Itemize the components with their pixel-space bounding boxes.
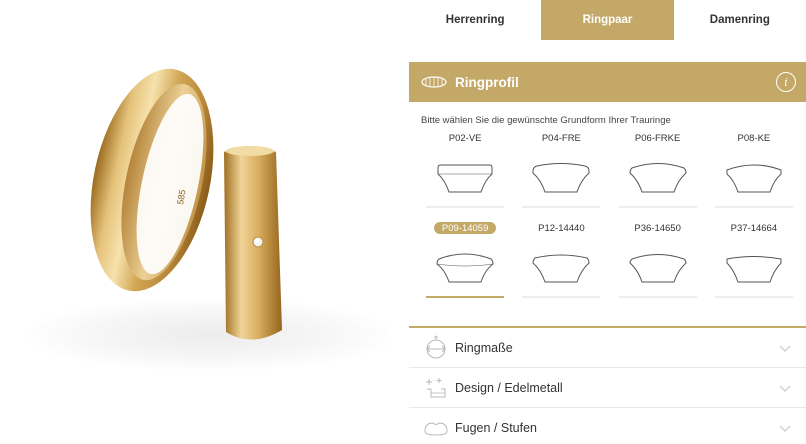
profile-option-selected[interactable]: P09-14059 bbox=[421, 208, 509, 298]
profile-option[interactable]: P36-14650 bbox=[614, 208, 702, 298]
ring-configurator-page: 585 Herrenring Ringpaar Damenring Ringpr… bbox=[0, 0, 806, 444]
tab-herrenring[interactable]: Herrenring bbox=[409, 0, 541, 40]
profile-grid-row-1: P02-VE P04-FRE P06-FRKE P08-KE bbox=[409, 127, 806, 208]
accordion-design-edelmetall[interactable]: Design / Edelmetall bbox=[409, 368, 806, 408]
profile-shape-icon bbox=[629, 254, 687, 283]
info-icon[interactable]: i bbox=[776, 72, 796, 92]
tab-damenring[interactable]: Damenring bbox=[674, 0, 806, 40]
profile-option[interactable]: P02-VE bbox=[421, 127, 509, 208]
profile-code: P08-KE bbox=[737, 132, 771, 144]
accordion-fugen-stufen[interactable]: Fugen / Stufen bbox=[409, 408, 806, 444]
profile-code: P12-14440 bbox=[538, 222, 585, 234]
profile-underline bbox=[618, 296, 697, 298]
configurator-panel: Herrenring Ringpaar Damenring Ringprofil… bbox=[409, 0, 806, 444]
womens-ring bbox=[224, 146, 282, 340]
profile-shape-icon bbox=[532, 254, 590, 283]
chevron-down-icon bbox=[779, 345, 791, 352]
profile-option[interactable]: P04-FRE bbox=[517, 127, 605, 208]
instruction-text: Bitte wählen Sie die gewünschte Grundfor… bbox=[421, 115, 671, 126]
accordion-label: Ringmaße bbox=[455, 340, 513, 355]
accordion-label: Design / Edelmetall bbox=[455, 380, 563, 395]
ring-profile-icon bbox=[421, 76, 447, 88]
accordion-ringmasse[interactable]: Ringmaße bbox=[409, 328, 806, 368]
profile-code: P37-14664 bbox=[730, 222, 778, 234]
profile-option[interactable]: P37-14664 bbox=[710, 208, 798, 298]
accordion-label: Fugen / Stufen bbox=[455, 420, 538, 435]
chevron-down-icon bbox=[779, 385, 791, 392]
profile-code: P09-14059 bbox=[433, 222, 497, 234]
section-title: Ringprofil bbox=[455, 74, 519, 90]
profile-shape-icon bbox=[436, 253, 494, 283]
product-image: 585 bbox=[0, 0, 400, 444]
profile-shape-icon bbox=[437, 164, 493, 193]
profile-option[interactable]: P06-FRKE bbox=[614, 127, 702, 208]
profile-underline bbox=[714, 296, 793, 298]
wedding-rings-illustration: 585 bbox=[90, 68, 282, 340]
tab-ringpaar[interactable]: Ringpaar bbox=[541, 0, 674, 40]
profile-code: P06-FRKE bbox=[634, 132, 681, 144]
profile-shape-icon bbox=[629, 163, 687, 193]
chevron-down-icon bbox=[779, 425, 791, 432]
profile-option[interactable]: P08-KE bbox=[710, 127, 798, 208]
mens-ring: 585 bbox=[90, 68, 214, 292]
profile-code: P02-VE bbox=[448, 132, 482, 144]
groove-icon bbox=[424, 421, 448, 436]
profile-underline bbox=[426, 296, 505, 298]
profile-code: P04-FRE bbox=[541, 132, 581, 144]
ring-type-tabs: Herrenring Ringpaar Damenring bbox=[409, 0, 806, 40]
profile-shape-icon bbox=[726, 164, 782, 193]
profile-code: P36-14650 bbox=[634, 222, 681, 234]
ringprofil-header[interactable]: Ringprofil i bbox=[409, 62, 806, 102]
profile-grid-row-2: P09-14059 P12-14440 P36-14650 P37-14664 bbox=[409, 208, 806, 298]
ruler-arrows-icon bbox=[426, 334, 446, 358]
profile-shape-icon bbox=[532, 163, 590, 193]
profile-underline bbox=[522, 296, 601, 298]
profile-shape-icon bbox=[726, 256, 782, 283]
sparkle-icon bbox=[426, 377, 446, 397]
profile-option[interactable]: P12-14440 bbox=[517, 208, 605, 298]
